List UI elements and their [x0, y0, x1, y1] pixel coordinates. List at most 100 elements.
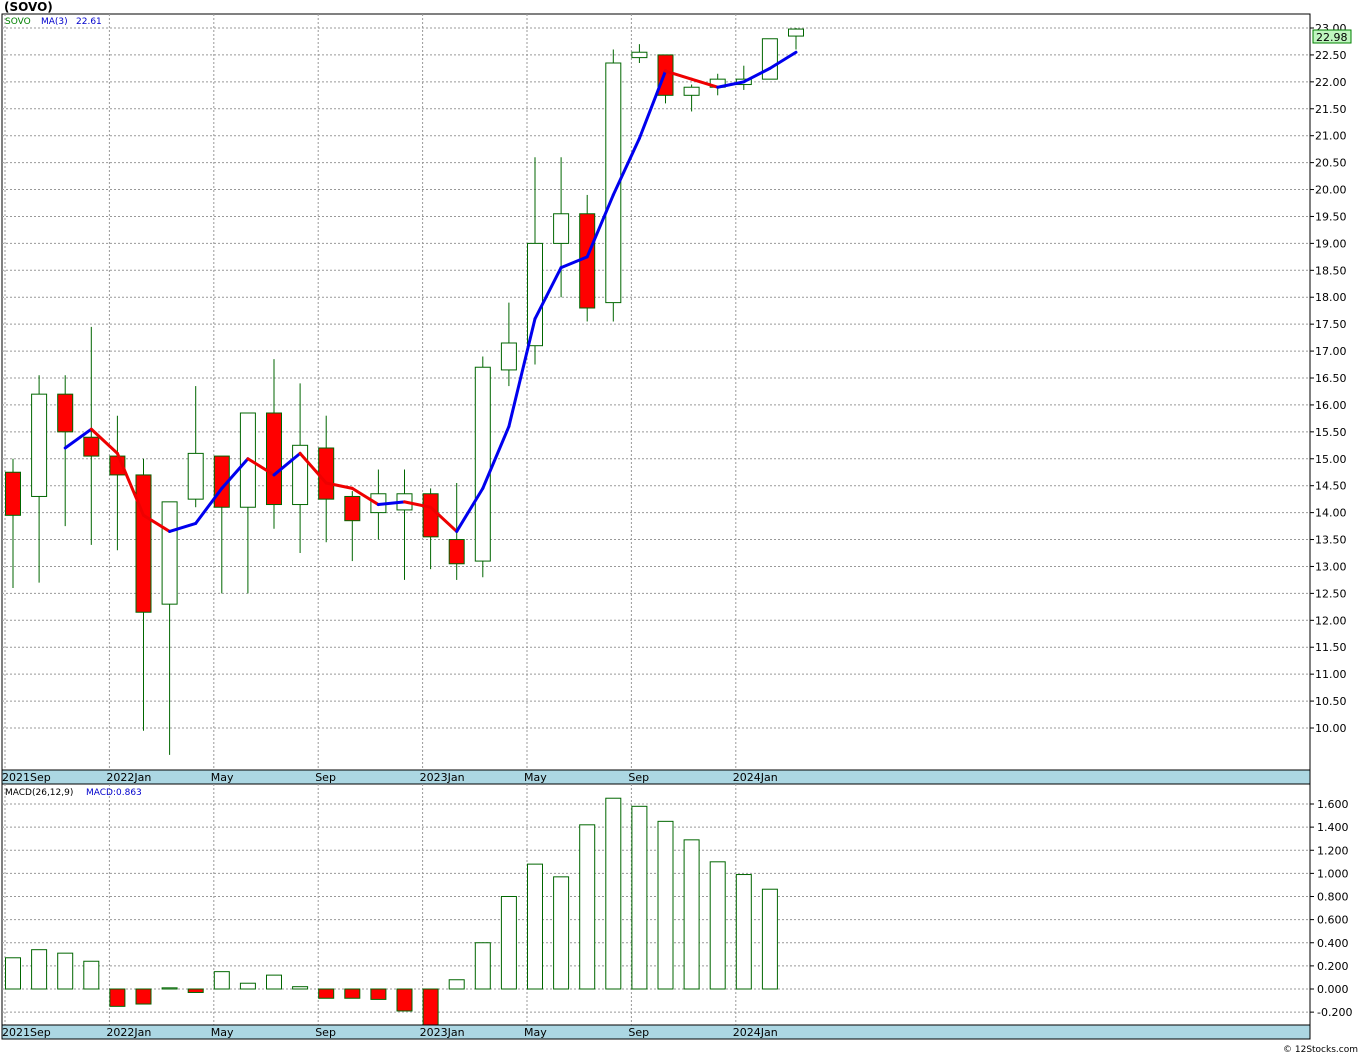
price-x-label: Sep [628, 771, 649, 784]
price-x-label: 2024Jan [733, 771, 778, 784]
macd-bar [31, 949, 48, 990]
candle-body [5, 471, 21, 516]
macd-x-label: 2024Jan [733, 1026, 778, 1039]
last-price-text: 22.98 [1316, 31, 1348, 44]
macd-bar [135, 988, 152, 1005]
price-tick-label: 17.50 [1315, 318, 1347, 331]
macd-bar [683, 839, 700, 990]
macd-y-axis: 1.600 1.400 1.200 1.000 0.800 0.600 0.400 0.200… [1310, 798, 1352, 1019]
macd-x-axis-band [1, 1024, 1311, 1040]
macd-bar [422, 988, 439, 1026]
macd-title: MACD(26,12,9) [5, 788, 73, 798]
macd-bar [396, 988, 413, 1012]
macd-tick-label: 0.200 [1317, 960, 1349, 973]
price-tick-label: 10.00 [1315, 722, 1347, 735]
macd-tick-label: 1.000 [1317, 867, 1349, 880]
macd-x-label: 2022Jan [106, 1026, 151, 1039]
macd-bar [761, 888, 778, 990]
candle-body [31, 393, 48, 497]
price-x-label: 2022Jan [106, 771, 151, 784]
candle-body [448, 539, 465, 565]
macd-tick-label: 1.600 [1317, 798, 1349, 811]
candle-body [788, 28, 804, 37]
ma-legend-value: 22.61 [76, 17, 102, 27]
symbol-label: SOVO [5, 17, 31, 27]
macd-bar [631, 805, 648, 990]
price-x-label: 2021Sep [2, 771, 51, 784]
macd-tick-label: 1.400 [1317, 821, 1349, 834]
macd-x-label: Sep [628, 1026, 649, 1039]
price-tick-label: 19.50 [1315, 210, 1347, 223]
candle-body [57, 393, 74, 433]
candle-body [135, 474, 152, 613]
macd-bar [83, 960, 100, 990]
price-tick-label: 14.50 [1315, 480, 1347, 493]
price-x-label: May [211, 771, 234, 784]
candle-body [266, 412, 282, 506]
macd-tick-label: 0.000 [1317, 983, 1349, 996]
macd-bar [605, 797, 622, 990]
price-tick-label: 11.00 [1315, 668, 1347, 681]
candle-body [500, 342, 517, 371]
price-x-label: May [524, 771, 547, 784]
candle-body [422, 493, 439, 538]
macd-bar [57, 952, 74, 990]
macd-tick-label: 1.200 [1317, 844, 1349, 857]
macd-bar [527, 863, 543, 990]
price-tick-label: 11.50 [1315, 641, 1347, 654]
price-x-axis-band [1, 769, 1311, 785]
macd-bar [370, 988, 387, 1000]
macd-bar [579, 824, 596, 990]
footer-credit: © 12Stocks.com [1283, 1045, 1358, 1055]
price-tick-label: 21.50 [1315, 103, 1347, 116]
macd-bar [109, 988, 126, 1007]
macd-tick-label: 0.600 [1317, 914, 1349, 927]
price-tick-label: 12.00 [1315, 614, 1347, 627]
macd-bar [213, 971, 230, 990]
macd-tick-label: 0.800 [1317, 891, 1349, 904]
price-tick-label: 12.50 [1315, 587, 1347, 600]
price-tick-label: 19.00 [1315, 237, 1347, 250]
price-tick-label: 15.00 [1315, 453, 1347, 466]
macd-x-label: 2021Sep [2, 1026, 51, 1039]
price-tick-label: 15.50 [1315, 426, 1347, 439]
price-tick-label: 20.50 [1315, 157, 1347, 170]
price-y-axis: 23.0022.5022.0021.5021.0020.5020.0019.50… [1310, 22, 1347, 735]
candle-body [631, 51, 648, 59]
price-tick-label: 21.00 [1315, 130, 1347, 143]
macd-x-label: Sep [315, 1026, 336, 1039]
price-x-label: 2023Jan [420, 771, 465, 784]
candle-body [579, 213, 596, 309]
chart-title: (SOVO) [4, 0, 53, 14]
candle-body [344, 495, 361, 522]
macd-bar [5, 957, 21, 990]
macd-bar [448, 979, 465, 990]
price-tick-label: 17.00 [1315, 345, 1347, 358]
candle-body [474, 366, 491, 562]
price-tick-label: 14.00 [1315, 507, 1347, 520]
macd-x-label: May [524, 1026, 547, 1039]
macd-value-label: MACD:0.863 [86, 788, 142, 798]
price-tick-label: 13.50 [1315, 534, 1347, 547]
macd-bar [318, 988, 335, 999]
price-tick-label: 10.50 [1315, 695, 1347, 708]
price-tick-label: 13.00 [1315, 560, 1347, 573]
ma-legend-label: MA(3) [41, 17, 68, 27]
price-tick-label: 22.50 [1315, 49, 1347, 62]
price-tick-label: 18.50 [1315, 264, 1347, 277]
price-tick-label: 16.50 [1315, 372, 1347, 385]
stock-chart: (SOVO) 23.0022.5022.0021.5021.0020.5020.… [1, 0, 1358, 1055]
price-panel [1, 13, 1311, 771]
candle-body [187, 452, 204, 500]
candle-body [761, 38, 778, 80]
macd-x-label: May [211, 1026, 234, 1039]
macd-tick-label: -0.200 [1317, 1006, 1352, 1019]
candle-body [161, 501, 178, 605]
candle-body [83, 436, 100, 457]
macd-tick-label: 0.400 [1317, 937, 1349, 950]
macd-bar [474, 942, 491, 990]
candle-body [683, 86, 700, 96]
macd-bar [553, 876, 570, 990]
price-tick-label: 16.00 [1315, 399, 1347, 412]
price-tick-label: 18.00 [1315, 291, 1347, 304]
